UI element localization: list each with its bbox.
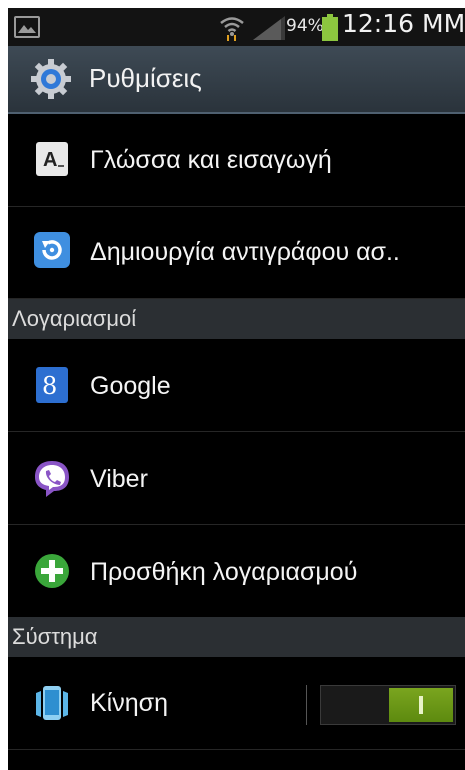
google-label: Google	[90, 372, 171, 400]
status-bar: 94% 12:16 MM	[8, 8, 465, 46]
svg-text:A: A	[43, 149, 57, 171]
viber-label: Viber	[90, 465, 148, 493]
phone-screen: 94% 12:16 MM Ρυθμίσεις A Γλώσσα και εισα…	[8, 8, 465, 770]
google-icon: 8	[36, 367, 68, 403]
backup-label: Δημιουργία αντιγράφου ασ..	[90, 238, 400, 266]
language-input-item[interactable]: A Γλώσσα και εισαγωγή	[8, 114, 465, 207]
add-account-item[interactable]: Προσθήκη λογαριασμού	[8, 525, 465, 618]
settings-gear-icon[interactable]	[30, 58, 72, 100]
motion-toggle[interactable]	[320, 685, 456, 725]
language-input-label: Γλώσσα και εισαγωγή	[90, 146, 332, 174]
backup-item[interactable]: Δημιουργία αντιγράφου ασ..	[8, 206, 465, 299]
add-account-icon	[35, 554, 69, 588]
wifi-icon	[220, 17, 244, 41]
account-item-viber[interactable]: Viber	[8, 432, 465, 525]
motion-label: Κίνηση	[90, 689, 168, 717]
section-label-system: Σύστημα	[12, 624, 98, 649]
motion-item[interactable]: Κίνηση	[8, 657, 465, 750]
signal-strength-icon	[253, 16, 285, 40]
toggle-on-knob	[389, 688, 453, 722]
page-title: Ρυθμίσεις	[89, 63, 202, 93]
viber-icon	[35, 461, 69, 497]
clock: 12:16 MM	[342, 9, 465, 38]
gallery-notification-icon	[14, 16, 40, 38]
backup-icon	[34, 232, 70, 268]
toggle-divider	[306, 685, 307, 725]
battery-percent: 94%	[286, 16, 324, 36]
motion-icon	[36, 686, 68, 720]
battery-icon	[322, 14, 338, 41]
section-header-accounts: Λογαριασμοί	[8, 299, 465, 339]
language-input-icon: A	[36, 142, 68, 176]
action-bar: Ρυθμίσεις	[8, 46, 465, 114]
account-item-google[interactable]: 8 Google	[8, 339, 465, 432]
section-header-system: Σύστημα	[8, 617, 465, 657]
add-account-label: Προσθήκη λογαριασμού	[90, 558, 358, 586]
section-label-accounts: Λογαριασμοί	[12, 306, 137, 331]
svg-text:8: 8	[42, 372, 57, 400]
